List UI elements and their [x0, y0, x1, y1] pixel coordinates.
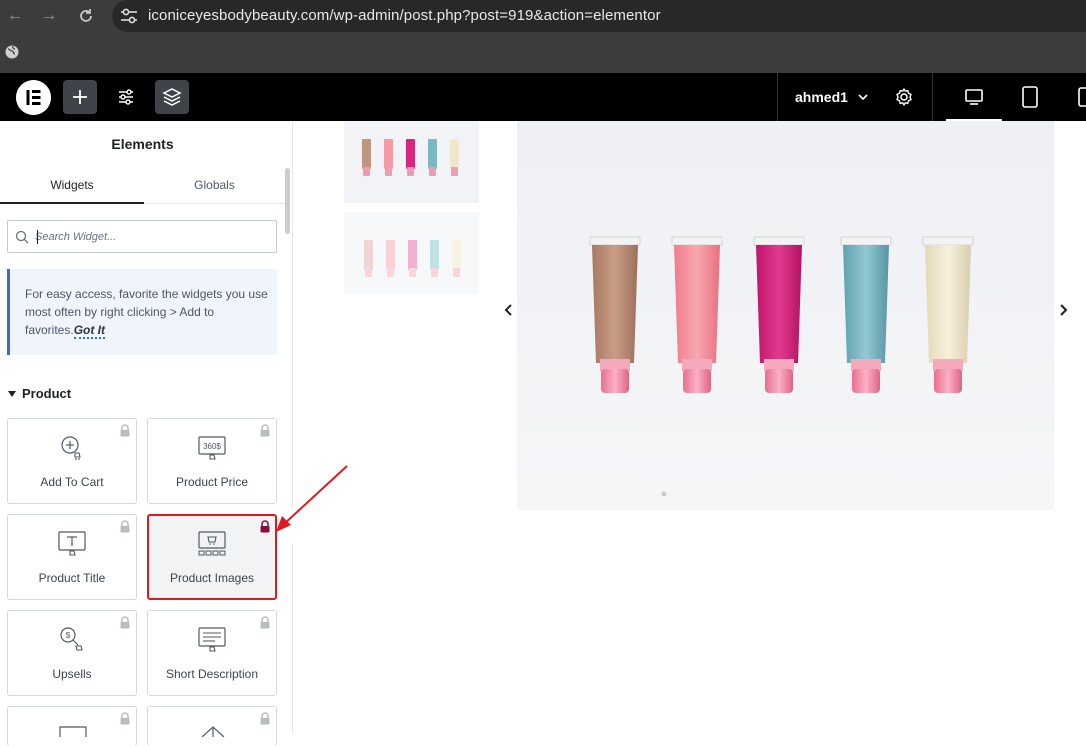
widget-product-price[interactable]: 360$ Product Price [147, 418, 277, 504]
tab-widgets[interactable]: Widgets [0, 168, 144, 204]
tube [840, 236, 892, 393]
thumbnail-image [344, 121, 479, 203]
sliders-icon [119, 89, 133, 105]
product-title-icon [58, 531, 86, 556]
text-caret [37, 230, 38, 244]
product-main-image[interactable] [517, 121, 1054, 510]
product-images-icon [198, 531, 226, 556]
layers-icon [162, 88, 182, 106]
lip-gloss-tubes-image [589, 236, 974, 497]
gallery-thumbnail[interactable] [344, 121, 479, 203]
topbar-divider [777, 73, 778, 121]
annotation-arrow [276, 465, 348, 532]
gear-icon[interactable] [894, 87, 914, 107]
widget-upsells[interactable]: $ Upsells [7, 610, 137, 696]
slider-next-icon[interactable] [1057, 303, 1069, 317]
product-price-icon: 360$ [198, 436, 226, 460]
desktop-icon[interactable] [964, 87, 984, 107]
elementor-logo-icon[interactable] [16, 80, 51, 115]
slider-prev-icon[interactable] [503, 303, 515, 317]
widget-label: Product Title [38, 571, 106, 585]
lock-icon [120, 616, 130, 629]
user-name[interactable]: ahmed1 [795, 89, 848, 105]
widget-partial-icon [59, 726, 87, 737]
tube [922, 236, 974, 393]
widget-short-description[interactable]: Short Description [147, 610, 277, 696]
widget-product-title[interactable]: Product Title [7, 514, 137, 600]
topbar-divider [932, 73, 933, 121]
section-label: Product [22, 386, 72, 401]
search-input[interactable] [35, 224, 265, 249]
svg-text:$: $ [66, 631, 71, 640]
widget-product-images[interactable]: Product Images [147, 514, 277, 600]
upsells-icon: $ [60, 627, 83, 651]
lock-icon [260, 424, 270, 437]
panel-title: Elements [111, 136, 174, 152]
thumbnail-image [344, 212, 479, 294]
forward-arrow-icon[interactable]: → [37, 4, 61, 28]
widget-label: Short Description [165, 667, 259, 681]
search-icon [15, 230, 29, 244]
globe-icon[interactable] [5, 45, 19, 59]
widget-add-to-cart[interactable]: Add To Cart [7, 418, 137, 504]
caret-down-icon [8, 391, 16, 397]
bookmarks-bar [0, 33, 1086, 73]
svg-text:360$: 360$ [203, 442, 221, 451]
lock-icon [120, 520, 130, 533]
widget-partial[interactable] [147, 706, 277, 746]
lock-icon [260, 712, 270, 725]
chevron-down-icon[interactable] [857, 91, 869, 103]
gallery-thumbnail[interactable] [344, 212, 479, 294]
tip-text: For easy access, favorite the widgets yo… [25, 285, 271, 339]
section-product[interactable]: Product [8, 386, 71, 401]
plus-icon [73, 90, 87, 104]
url-text[interactable]: iconiceyesbodybeauty.com/wp-admin/post.p… [148, 7, 661, 24]
back-arrow-icon[interactable]: ← [3, 4, 27, 28]
widget-partial[interactable] [7, 706, 137, 746]
widget-label: Upsells [52, 667, 92, 681]
widget-label: Add To Cart [40, 475, 104, 489]
tablet-icon[interactable] [1021, 86, 1039, 108]
tube [589, 236, 641, 393]
tip-message: For easy access, favorite the widgets yo… [25, 287, 268, 337]
tube [671, 236, 723, 393]
mobile-icon[interactable] [1078, 87, 1086, 107]
lock-icon [120, 712, 130, 725]
reload-icon[interactable] [76, 6, 96, 26]
site-settings-button[interactable] [109, 80, 143, 114]
tab-globals[interactable]: Globals [144, 168, 285, 204]
widget-label: Product Price [175, 475, 249, 489]
widget-partial-icon [201, 726, 225, 737]
tube [753, 236, 805, 393]
lock-icon [120, 424, 130, 437]
panel-scrollbar[interactable] [285, 168, 290, 234]
short-description-icon [198, 627, 226, 652]
widget-label: Product Images [169, 571, 255, 585]
add-to-cart-icon [61, 436, 81, 460]
add-element-button[interactable] [63, 80, 97, 114]
structure-button[interactable] [155, 80, 189, 114]
site-settings-icon[interactable] [120, 8, 138, 24]
lock-icon [260, 616, 270, 629]
got-it-link[interactable]: Got It [73, 323, 106, 339]
